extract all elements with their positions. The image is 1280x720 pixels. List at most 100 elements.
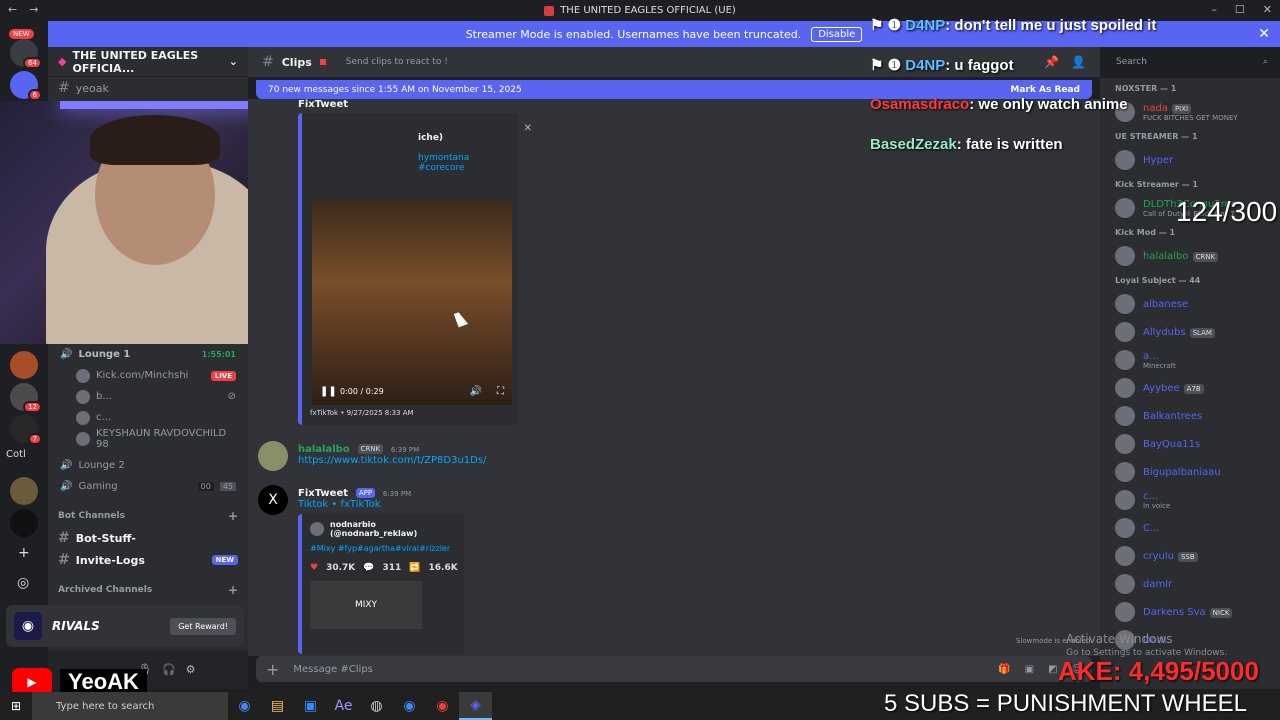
headphones-icon[interactable]: 🎧	[162, 663, 176, 676]
get-reward-button[interactable]: Get Reward!	[170, 617, 236, 635]
guild-icon[interactable]	[10, 477, 38, 505]
member-info: albanese	[1143, 299, 1188, 310]
message-subtitle[interactable]: Tiktok • fxTikTok	[298, 499, 464, 510]
add-channel-icon[interactable]: +	[228, 509, 238, 523]
close-icon[interactable]: ✕	[1263, 3, 1272, 16]
voice-user[interactable]: Kick.com/Minchshi LIVE	[48, 365, 248, 386]
back-icon[interactable]: ←	[8, 3, 17, 16]
voice-channel-lounge1[interactable]: 🔊 Lounge 1 1:55:01	[48, 344, 248, 365]
member-item[interactable]: damlr	[1100, 570, 1280, 598]
avatar	[1115, 406, 1135, 426]
pause-icon[interactable]: ❚❚	[320, 386, 337, 397]
member-item[interactable]: Ayybee A7B	[1100, 374, 1280, 402]
discover-icon[interactable]: ◎	[17, 575, 29, 591]
disable-button[interactable]: Disable	[811, 26, 863, 42]
guild-icon[interactable]: 64	[10, 39, 42, 69]
voice-user[interactable]: b... ⊘	[48, 386, 248, 407]
timestamp: 6:39 PM	[382, 490, 412, 498]
gear-icon[interactable]: ⚙	[186, 663, 196, 676]
message-link[interactable]: https://www.tiktok.com/t/ZP8D3u1Ds/	[298, 455, 486, 466]
volume-icon[interactable]: 🔊	[470, 386, 482, 397]
video-player[interactable]: ❚❚ 0:00 / 0:29 🔊 ⛶	[312, 199, 512, 405]
avatar[interactable]	[258, 441, 288, 471]
member-item[interactable]: halalalbo CRNK	[1100, 242, 1280, 270]
discord-icon[interactable]: ◈	[459, 692, 492, 720]
member-item[interactable]: albanese	[1100, 290, 1280, 318]
gift-icon[interactable]: 🎁	[998, 664, 1010, 675]
hash-icon: #	[58, 530, 70, 546]
sticker-icon[interactable]: ◩	[1048, 664, 1057, 675]
member-name: Darkens Sva	[1143, 606, 1206, 618]
guild-icon[interactable]	[10, 351, 38, 379]
windows-start-icon[interactable]: ⊞	[0, 699, 32, 713]
speaker-icon: 🔊	[60, 460, 73, 471]
members-icon[interactable]: 👤	[1071, 55, 1086, 69]
obs-icon[interactable]: ◍	[360, 692, 393, 720]
after-effects-icon[interactable]: Ae	[327, 692, 360, 720]
member-item[interactable]: BayQua11s	[1100, 430, 1280, 458]
member-item[interactable]: Allydubs SLAM	[1100, 318, 1280, 346]
chrome-icon[interactable]: ◉	[393, 692, 426, 720]
member-name: nada	[1143, 102, 1168, 114]
member-info: a... Minecraft	[1143, 351, 1176, 370]
channel-yeoak[interactable]: # yeoak	[48, 77, 248, 99]
member-item[interactable]: cryulu SSB	[1100, 542, 1280, 570]
voice-user[interactable]: KEYSHAUN RAVDOVCHILD 98	[48, 428, 248, 450]
message-author[interactable]: halalalbo	[298, 444, 350, 455]
message-input[interactable]: Message #Clips	[293, 664, 372, 675]
voice-channel-lounge2[interactable]: 🔊 Lounge 2	[48, 455, 248, 476]
message-author[interactable]: FixTweet	[298, 488, 348, 499]
add-channel-icon[interactable]: +	[228, 583, 238, 597]
add-attachment-icon[interactable]: +	[266, 660, 279, 679]
hash-icon: #	[262, 54, 274, 70]
server-header[interactable]: ◆ THE UNITED EAGLES OFFICIA... ⌄	[48, 47, 248, 77]
member-item[interactable]: Darkens Sva NICK	[1100, 598, 1280, 626]
gif-icon[interactable]: ▣	[1025, 664, 1034, 675]
folder-icon[interactable]: ▤	[261, 692, 294, 720]
chrome-icon[interactable]: ◉	[228, 692, 261, 720]
member-name: Hyper	[1143, 154, 1174, 166]
guild-icon[interactable]: 7	[10, 415, 42, 445]
guild-icon[interactable]: 6	[10, 71, 42, 101]
member-name: Balkantrees	[1143, 410, 1203, 422]
guild-icon[interactable]: 12	[10, 383, 42, 413]
member-item[interactable]: a... Minecraft	[1100, 346, 1280, 374]
video-thumbnail[interactable]: MIXY	[310, 581, 422, 629]
member-info: c... In voice	[1143, 491, 1170, 510]
add-server-icon[interactable]: +	[18, 545, 30, 561]
category-archived[interactable]: Archived Channels +	[48, 579, 248, 601]
category-bot-channels[interactable]: Bot Channels +	[48, 505, 248, 527]
member-item[interactable]: C...	[1100, 514, 1280, 542]
embed-author[interactable]: nodnarbio (@nodnarb_reklaw)	[310, 520, 456, 538]
channel-bot-stuff[interactable]: # Bot-Stuff-	[48, 527, 248, 549]
folder-label[interactable]: Cotl	[6, 449, 26, 460]
guild-icon[interactable]	[10, 509, 38, 537]
message: halalalbo CRNK 6:39 PM https://www.tikto…	[258, 441, 486, 471]
chrome-icon[interactable]: ◉	[426, 692, 459, 720]
store-icon[interactable]: ▣	[294, 692, 327, 720]
fixtweet-avatar-icon[interactable]: X	[258, 485, 288, 515]
promo-card[interactable]: ◉ RIVALS Get Reward!	[6, 605, 244, 647]
voice-user[interactable]: c...	[48, 407, 248, 428]
avatar	[1115, 246, 1135, 266]
member-item[interactable]: Bigupalbaniaau	[1100, 458, 1280, 486]
member-item[interactable]: Balkantrees	[1100, 402, 1280, 430]
close-icon[interactable]: ✕	[1258, 26, 1270, 42]
message-composer[interactable]: + Message #Clips 🎁 ▣ ◩ ☺	[256, 656, 1092, 682]
channel-invite-logs[interactable]: # Invite-Logs NEW	[48, 549, 248, 571]
member-item[interactable]: c... In voice	[1100, 486, 1280, 514]
forward-icon[interactable]: →	[29, 3, 38, 16]
pin-icon[interactable]: 📌	[1044, 55, 1059, 69]
minimize-icon[interactable]: –	[1211, 3, 1217, 16]
maximize-icon[interactable]: ☐	[1235, 3, 1245, 16]
taskbar-search-input[interactable]: Type here to search	[32, 692, 228, 720]
member-item[interactable]: Hyper	[1100, 146, 1280, 174]
embed-footer: fxTikTok • 9/27/2025 8:33 AM	[310, 409, 414, 417]
close-icon[interactable]: ✕	[524, 123, 532, 134]
channel-topic: Send clips to react to !	[345, 57, 448, 67]
mark-as-read-button[interactable]: Mark As Read	[1010, 85, 1080, 95]
server-tag: CRNK	[357, 443, 384, 454]
search-input[interactable]: Search ⌕	[1110, 52, 1274, 72]
fullscreen-icon[interactable]: ⛶	[497, 386, 504, 397]
voice-channel-gaming[interactable]: 🔊 Gaming 00 45	[48, 476, 248, 497]
